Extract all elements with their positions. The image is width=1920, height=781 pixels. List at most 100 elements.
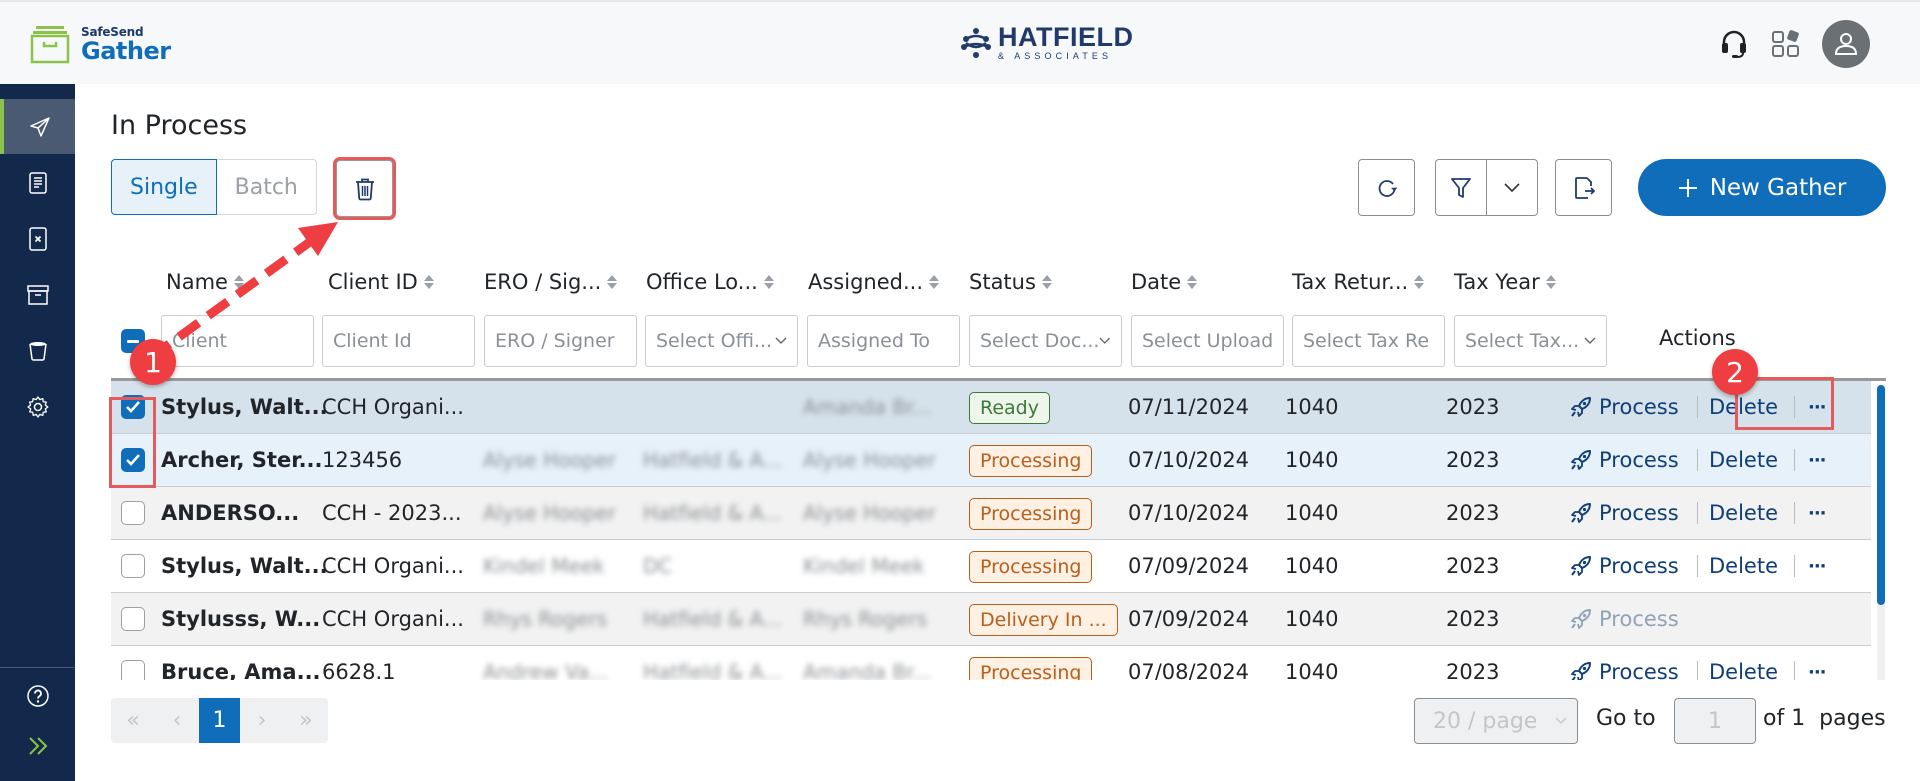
date-filter-input[interactable]: Select Upload bbox=[1131, 315, 1284, 367]
cell-date: 07/08/2024 bbox=[1128, 660, 1250, 680]
filter-dropdown-button[interactable] bbox=[1486, 159, 1538, 216]
assigned-filter-input[interactable]: Assigned To bbox=[807, 315, 960, 367]
col-header-assigned-to[interactable]: Assigned... bbox=[808, 270, 939, 294]
row-checkbox[interactable] bbox=[121, 607, 145, 631]
new-gather-button[interactable]: New Gather bbox=[1638, 159, 1886, 216]
status-filter-select[interactable]: Select Doc... bbox=[969, 315, 1122, 367]
more-actions-button[interactable]: ··· bbox=[1808, 646, 1826, 681]
table-row[interactable]: ANDERSO... CCH - 2023... Alyse Hooper Hatfi… bbox=[111, 487, 1871, 540]
user-avatar-icon[interactable] bbox=[1822, 20, 1870, 68]
cell-date: 07/10/2024 bbox=[1128, 448, 1250, 472]
sidebar-item-archive[interactable] bbox=[0, 267, 75, 322]
col-header-status[interactable]: Status bbox=[969, 270, 1052, 294]
table-row[interactable]: Stylus, Walt... CCH Organi... Kindel Meek D… bbox=[111, 540, 1871, 593]
client-id-filter-input[interactable]: Client Id bbox=[322, 315, 475, 367]
process-action[interactable]: Process bbox=[1569, 381, 1679, 433]
row-checkbox[interactable] bbox=[121, 448, 145, 472]
cell-name[interactable]: ANDERSO... bbox=[161, 487, 299, 539]
col-header-tax-return[interactable]: Tax Retur... bbox=[1292, 270, 1425, 294]
col-header-name[interactable]: Name bbox=[166, 270, 244, 294]
trash-icon bbox=[355, 178, 374, 200]
col-header-tax-year[interactable]: Tax Year bbox=[1454, 270, 1556, 294]
prev-page-button[interactable]: ‹ bbox=[155, 698, 199, 743]
headset-icon[interactable] bbox=[1718, 28, 1750, 60]
apps-grid-icon[interactable] bbox=[1770, 28, 1802, 60]
refresh-button[interactable] bbox=[1358, 159, 1415, 216]
more-actions-button[interactable]: ··· bbox=[1808, 381, 1826, 433]
table-row[interactable]: Archer, Ster... 123456 Alyse Hooper Hatfiel… bbox=[111, 434, 1871, 487]
filter-button[interactable] bbox=[1435, 159, 1487, 216]
sidebar-expand-button[interactable] bbox=[0, 718, 75, 773]
status-filter-value: Select Doc... bbox=[980, 330, 1100, 352]
first-page-button[interactable]: « bbox=[111, 698, 155, 743]
toggle-batch[interactable]: Batch bbox=[216, 159, 317, 215]
cell-date: 07/11/2024 bbox=[1128, 395, 1250, 419]
table-row[interactable]: Bruce, Ama... 6628.1 Andrew Va... Hatfield … bbox=[111, 646, 1871, 680]
row-checkbox[interactable] bbox=[121, 395, 145, 419]
col-header-client-id[interactable]: Client ID bbox=[328, 270, 434, 294]
tax-year-filter-select[interactable]: Select Tax... bbox=[1454, 315, 1607, 367]
plus-icon bbox=[1678, 178, 1697, 197]
action-separator bbox=[1697, 449, 1698, 471]
export-button[interactable] bbox=[1555, 159, 1612, 216]
delete-action[interactable]: Delete bbox=[1709, 646, 1778, 680]
sidebar-item-recycle-bin[interactable] bbox=[0, 323, 75, 378]
table-body: Bruce, Ama... 6628.1 Andrew Va... Hatfield … bbox=[111, 378, 1886, 680]
scrollbar-thumb[interactable] bbox=[1877, 385, 1885, 605]
sort-icon bbox=[233, 275, 244, 289]
ero-filter-input[interactable]: ERO / Signer bbox=[484, 315, 637, 367]
delete-action[interactable]: Delete bbox=[1709, 487, 1778, 539]
bulk-delete-button[interactable] bbox=[336, 160, 393, 217]
app-logo[interactable]: SafeSend Gather bbox=[30, 24, 171, 64]
redacted-cells: Andrew Va... Hatfield & A... Amanda Br... bbox=[475, 646, 955, 680]
sidebar-item-documents[interactable] bbox=[0, 155, 75, 210]
row-checkbox[interactable] bbox=[121, 554, 145, 578]
next-page-button[interactable]: › bbox=[240, 698, 284, 743]
cell-name[interactable]: Stylus, Walt... bbox=[161, 381, 328, 433]
table-row[interactable]: Stylusss, W... CCH Organi... Rhys Rogers Ha… bbox=[111, 593, 1871, 646]
more-actions-button[interactable]: ··· bbox=[1808, 540, 1826, 592]
process-action[interactable]: Process bbox=[1569, 487, 1679, 539]
sort-icon bbox=[1545, 275, 1556, 289]
sidebar-item-rejected[interactable] bbox=[0, 211, 75, 266]
process-action[interactable]: Process bbox=[1569, 434, 1679, 486]
cell-name[interactable]: Stylus, Walt... bbox=[161, 540, 328, 592]
cell-client-id: CCH Organi... bbox=[322, 395, 464, 419]
cell-name[interactable]: Archer, Ster... bbox=[161, 434, 323, 486]
redacted-text: Amanda Br... bbox=[803, 395, 932, 419]
col-header-date[interactable]: Date bbox=[1131, 270, 1198, 294]
cell-name[interactable]: Bruce, Ama... bbox=[161, 646, 321, 680]
action-separator bbox=[1794, 396, 1795, 418]
sidebar-item-send[interactable] bbox=[0, 99, 75, 154]
action-separator bbox=[1794, 502, 1795, 524]
col-header-ero-signer[interactable]: ERO / Sig... bbox=[484, 270, 618, 294]
table-row[interactable]: Stylus, Walt... CCH Organi... Amanda Br...… bbox=[111, 381, 1871, 434]
toggle-single[interactable]: Single bbox=[111, 159, 217, 215]
tax-return-filter-input[interactable]: Select Tax Re bbox=[1292, 315, 1445, 367]
row-checkbox[interactable] bbox=[121, 660, 145, 680]
office-filter-select[interactable]: Select Offi... bbox=[645, 315, 798, 367]
row-checkbox[interactable] bbox=[121, 501, 145, 525]
status-badge: Processing bbox=[969, 657, 1093, 680]
name-filter-input[interactable]: Client bbox=[161, 315, 314, 367]
delete-action[interactable]: Delete bbox=[1709, 540, 1778, 592]
chevron-down-icon bbox=[1504, 182, 1520, 192]
col-header-office-location[interactable]: Office Lo... bbox=[646, 270, 774, 294]
sort-icon bbox=[929, 275, 939, 289]
cell-name[interactable]: Stylusss, W... bbox=[161, 593, 320, 645]
page-size-select[interactable]: 20 / page bbox=[1414, 698, 1578, 744]
more-actions-button[interactable]: ··· bbox=[1808, 487, 1826, 539]
last-page-button[interactable]: » bbox=[284, 698, 328, 743]
sidebar-item-help[interactable] bbox=[0, 668, 75, 723]
delete-action[interactable]: Delete bbox=[1709, 434, 1778, 486]
more-actions-button[interactable]: ··· bbox=[1808, 434, 1826, 486]
redacted-cells: Alyse Hooper Hatfield & A... Alyse Hooper bbox=[475, 487, 955, 539]
page-number-current[interactable]: 1 bbox=[199, 698, 240, 743]
process-action[interactable]: Process bbox=[1569, 540, 1679, 592]
col-label: Client ID bbox=[328, 270, 418, 294]
cell-tax-return: 1040 bbox=[1285, 501, 1339, 525]
process-action[interactable]: Process bbox=[1569, 646, 1679, 680]
goto-page-input[interactable]: 1 bbox=[1674, 698, 1756, 744]
sidebar-item-settings[interactable] bbox=[0, 379, 75, 434]
cell-client-id: 6628.1 bbox=[322, 660, 396, 680]
